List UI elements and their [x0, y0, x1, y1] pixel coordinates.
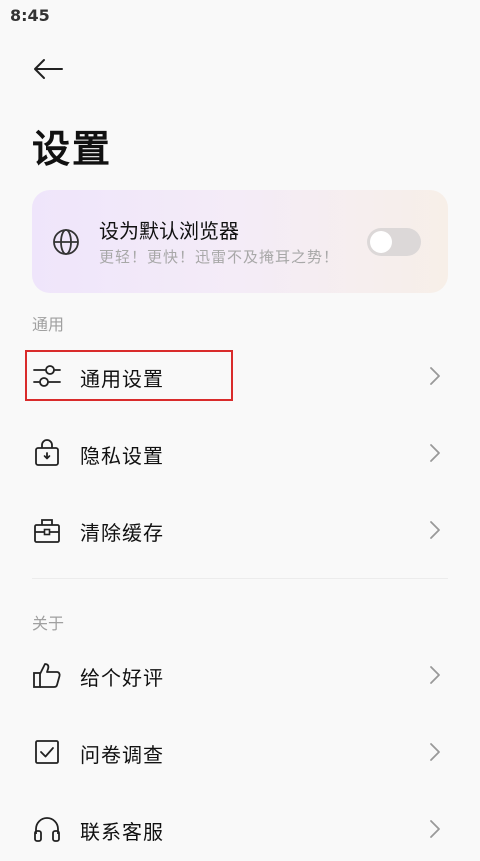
default-browser-card: 设为默认浏览器 更轻！更快！迅雷不及掩耳之势！ [32, 190, 448, 293]
settings-row-support[interactable]: 联系客服 [0, 797, 480, 861]
toggle-knob [370, 231, 392, 253]
chevron-right-icon [430, 444, 440, 462]
back-arrow-icon [34, 59, 63, 79]
chevron-right-icon [430, 820, 440, 838]
back-button[interactable] [28, 52, 68, 86]
default-browser-title: 设为默认浏览器 [99, 219, 239, 243]
chevron-right-icon [430, 367, 440, 385]
row-label-support: 联系客服 [80, 820, 164, 844]
default-browser-toggle[interactable] [367, 228, 421, 256]
page-title: 设置 [32, 127, 113, 171]
chevron-right-icon [430, 521, 440, 539]
section-divider [32, 578, 448, 579]
row-label-privacy: 隐私设置 [80, 444, 164, 468]
status-bar: 8:45 [0, 0, 480, 30]
checkbox-icon [35, 740, 59, 764]
highlight-box [25, 350, 233, 401]
settings-row-rate[interactable]: 给个好评 [0, 643, 480, 707]
default-browser-subtitle: 更轻！更快！迅雷不及掩耳之势！ [99, 248, 340, 266]
section-label-general: 通用 [32, 315, 65, 334]
section-label-about: 关于 [32, 614, 65, 633]
settings-row-survey[interactable]: 问卷调查 [0, 720, 480, 784]
globe-icon [53, 229, 79, 255]
chevron-right-icon [430, 743, 440, 761]
settings-row-clear-cache[interactable]: 清除缓存 [0, 498, 480, 562]
status-time: 8:45 [10, 6, 50, 25]
row-label-clear-cache: 清除缓存 [80, 521, 164, 545]
toolbox-icon [34, 519, 60, 543]
thumbs-up-icon [33, 663, 61, 688]
row-label-rate: 给个好评 [80, 666, 164, 690]
settings-row-privacy[interactable]: 隐私设置 [0, 421, 480, 485]
headset-icon [34, 817, 60, 842]
chevron-right-icon [430, 666, 440, 684]
row-label-survey: 问卷调查 [80, 743, 164, 767]
lock-bag-icon [35, 439, 59, 466]
